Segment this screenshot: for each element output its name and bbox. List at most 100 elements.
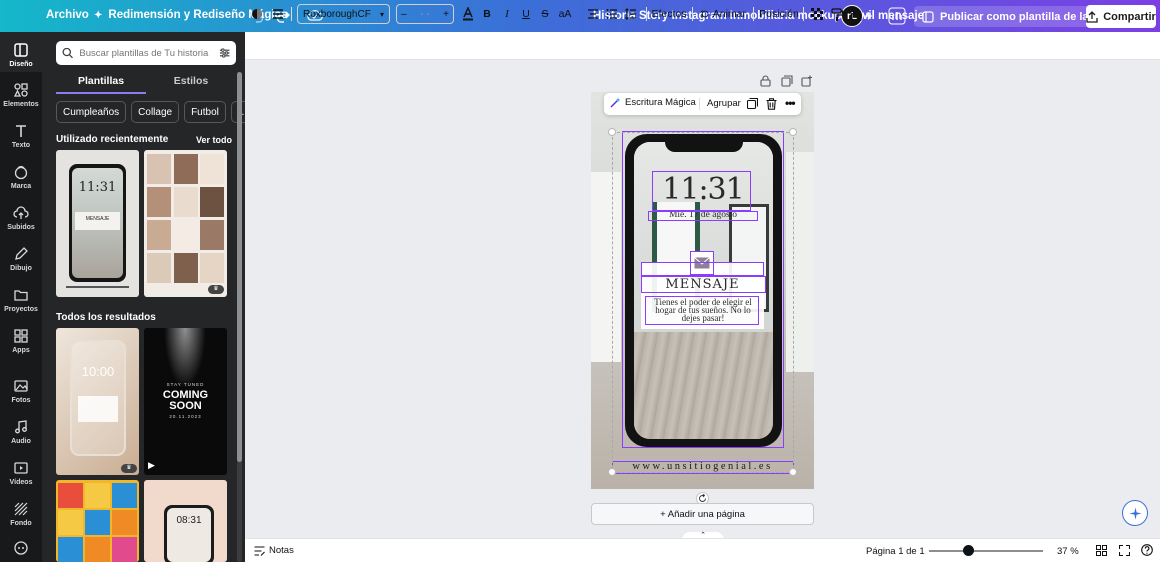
rail-item-videos[interactable]: Vídeos bbox=[0, 460, 42, 486]
share-button[interactable]: Compartir bbox=[1086, 5, 1156, 28]
tab-styles[interactable]: Estilos bbox=[146, 72, 236, 94]
decrease-size-icon[interactable]: – bbox=[401, 9, 407, 20]
resize-handle-bl[interactable] bbox=[608, 468, 616, 476]
font-size-value[interactable]: - - bbox=[420, 9, 429, 20]
filter-icon[interactable] bbox=[219, 47, 230, 59]
duplicate-page-icon[interactable] bbox=[781, 75, 793, 90]
collage-tile bbox=[85, 537, 110, 562]
animate-button[interactable]: Animar bbox=[700, 5, 746, 23]
tab-templates[interactable]: Plantillas bbox=[56, 72, 146, 94]
magic-assistant-button[interactable] bbox=[1122, 500, 1148, 526]
rail-item-projects[interactable]: Proyectos bbox=[0, 287, 42, 313]
rail-item-draw[interactable]: Dibujo bbox=[0, 246, 42, 272]
thumb-coming-line1: STAY TUNED bbox=[166, 382, 205, 387]
rail-item-elements[interactable]: Elementos bbox=[0, 82, 42, 108]
thumb-time: 10:00 bbox=[81, 364, 115, 379]
music-icon bbox=[15, 420, 27, 434]
photo-icon bbox=[14, 380, 28, 392]
paint-format-icon[interactable] bbox=[830, 5, 844, 23]
search-icon bbox=[62, 47, 73, 59]
rail-item-text[interactable]: Texto bbox=[0, 123, 42, 149]
color-icon[interactable] bbox=[250, 5, 264, 23]
templates-panel: Plantillas Estilos Cumpleaños Collage Fu… bbox=[42, 32, 245, 562]
collage-tile bbox=[85, 510, 110, 535]
resize-handle-br[interactable] bbox=[789, 468, 797, 476]
resize-handle-tl[interactable] bbox=[608, 128, 616, 136]
upload-icon bbox=[13, 206, 29, 219]
search-input[interactable] bbox=[79, 47, 213, 59]
play-icon: ▶ bbox=[148, 460, 155, 470]
zoom-value[interactable]: 37 % bbox=[1057, 546, 1079, 557]
help-icon[interactable] bbox=[1141, 544, 1153, 559]
add-page-button[interactable]: + Añadir una página bbox=[591, 503, 814, 525]
top-bar: Archivo ✦ Redimensión y Rediseño Mágico … bbox=[0, 0, 1160, 32]
collage-tile bbox=[58, 537, 83, 562]
duplicate-icon[interactable] bbox=[746, 97, 759, 112]
notes-icon bbox=[254, 545, 265, 556]
rail-item-uploads[interactable]: Subidos bbox=[0, 205, 42, 231]
rail-item-photos[interactable]: Fotos bbox=[0, 378, 42, 404]
panel-scrollbar-thumb[interactable] bbox=[237, 72, 242, 462]
rail-item-apps[interactable]: Apps bbox=[0, 328, 42, 354]
lock-icon[interactable] bbox=[849, 5, 863, 23]
collage-tile bbox=[112, 510, 137, 535]
rail-item-background[interactable]: Fondo bbox=[0, 501, 42, 527]
thumb-time: 08:31 bbox=[176, 515, 202, 526]
text-color-icon[interactable] bbox=[461, 5, 475, 23]
strikethrough-icon[interactable]: S bbox=[539, 5, 551, 23]
zoom-slider-knob[interactable] bbox=[963, 545, 974, 556]
increase-size-icon[interactable]: + bbox=[443, 9, 449, 20]
align-center-icon[interactable] bbox=[586, 5, 600, 23]
collage-tile bbox=[112, 483, 137, 508]
toolbar-divider bbox=[646, 7, 647, 21]
border-style-icon[interactable] bbox=[270, 5, 286, 23]
file-menu-label: Archivo bbox=[46, 9, 89, 21]
template-thumb-yellow-collage[interactable] bbox=[56, 480, 139, 562]
more-options-icon[interactable]: ••• bbox=[785, 96, 796, 110]
rail-item-audio[interactable]: Audio bbox=[0, 419, 42, 445]
italic-icon[interactable]: I bbox=[501, 5, 513, 23]
list-icon[interactable] bbox=[605, 5, 619, 23]
transparency-icon[interactable] bbox=[810, 5, 824, 23]
template-thumb-beige-phone[interactable]: 10:00 ♛ bbox=[56, 328, 139, 475]
grid-view-icon[interactable] bbox=[1096, 545, 1107, 559]
underline-icon[interactable]: U bbox=[520, 5, 532, 23]
rail-item-brand[interactable]: Marca bbox=[0, 164, 42, 190]
notes-button[interactable]: Notas bbox=[254, 545, 294, 556]
position-button[interactable]: Posición bbox=[759, 5, 799, 23]
search-box[interactable] bbox=[56, 41, 236, 65]
add-page-icon[interactable] bbox=[801, 75, 813, 90]
font-family-select[interactable]: RoxboroughCF ▾ bbox=[297, 4, 390, 24]
line-spacing-icon[interactable] bbox=[624, 5, 638, 23]
rail-item-more[interactable] bbox=[0, 540, 42, 559]
see-all-link[interactable]: Ver todo bbox=[196, 135, 232, 145]
zoom-slider-track[interactable] bbox=[929, 550, 1043, 552]
collage-tile bbox=[58, 510, 83, 535]
more-circle-icon bbox=[14, 541, 28, 555]
rail-label: Fotos bbox=[11, 397, 31, 404]
rail-item-design[interactable]: Diseño bbox=[0, 32, 42, 72]
delete-icon[interactable] bbox=[766, 98, 777, 113]
add-collaborator-icon[interactable]: + bbox=[864, 8, 873, 25]
font-family-value: RoxboroughCF bbox=[303, 8, 371, 20]
page-lock-icon[interactable] bbox=[760, 75, 771, 90]
sparkle-icon bbox=[1129, 507, 1141, 519]
group-button[interactable]: Agrupar bbox=[707, 98, 741, 109]
effects-button[interactable]: Efectos bbox=[651, 5, 686, 23]
chip-football[interactable]: Futbol bbox=[184, 101, 226, 123]
chip-birthday[interactable]: Cumpleaños bbox=[56, 101, 127, 123]
rail-label: Diseño bbox=[9, 61, 33, 68]
fullscreen-icon[interactable] bbox=[1118, 544, 1131, 559]
template-thumb-recent-phone[interactable]: 11:31 MENSAJE bbox=[56, 150, 139, 297]
font-size-stepper[interactable]: – - - + bbox=[396, 4, 454, 24]
letter-case-icon[interactable]: aA bbox=[557, 5, 573, 23]
resize-handle-tr[interactable] bbox=[789, 128, 797, 136]
analytics-icon[interactable] bbox=[888, 7, 906, 25]
chip-collage[interactable]: Collage bbox=[131, 101, 180, 123]
template-thumb-coming-soon[interactable]: STAY TUNED COMING SOON 20.11.2023 ▶ bbox=[144, 328, 227, 475]
bold-icon[interactable]: B bbox=[481, 5, 493, 23]
magic-write-button[interactable]: Escritura Mágica bbox=[610, 97, 696, 108]
template-thumb-recent-collage[interactable] bbox=[144, 150, 227, 297]
page-indicator[interactable]: Página 1 de 1 bbox=[866, 546, 925, 557]
template-thumb-pink-phone[interactable]: 08:31 bbox=[144, 480, 227, 562]
